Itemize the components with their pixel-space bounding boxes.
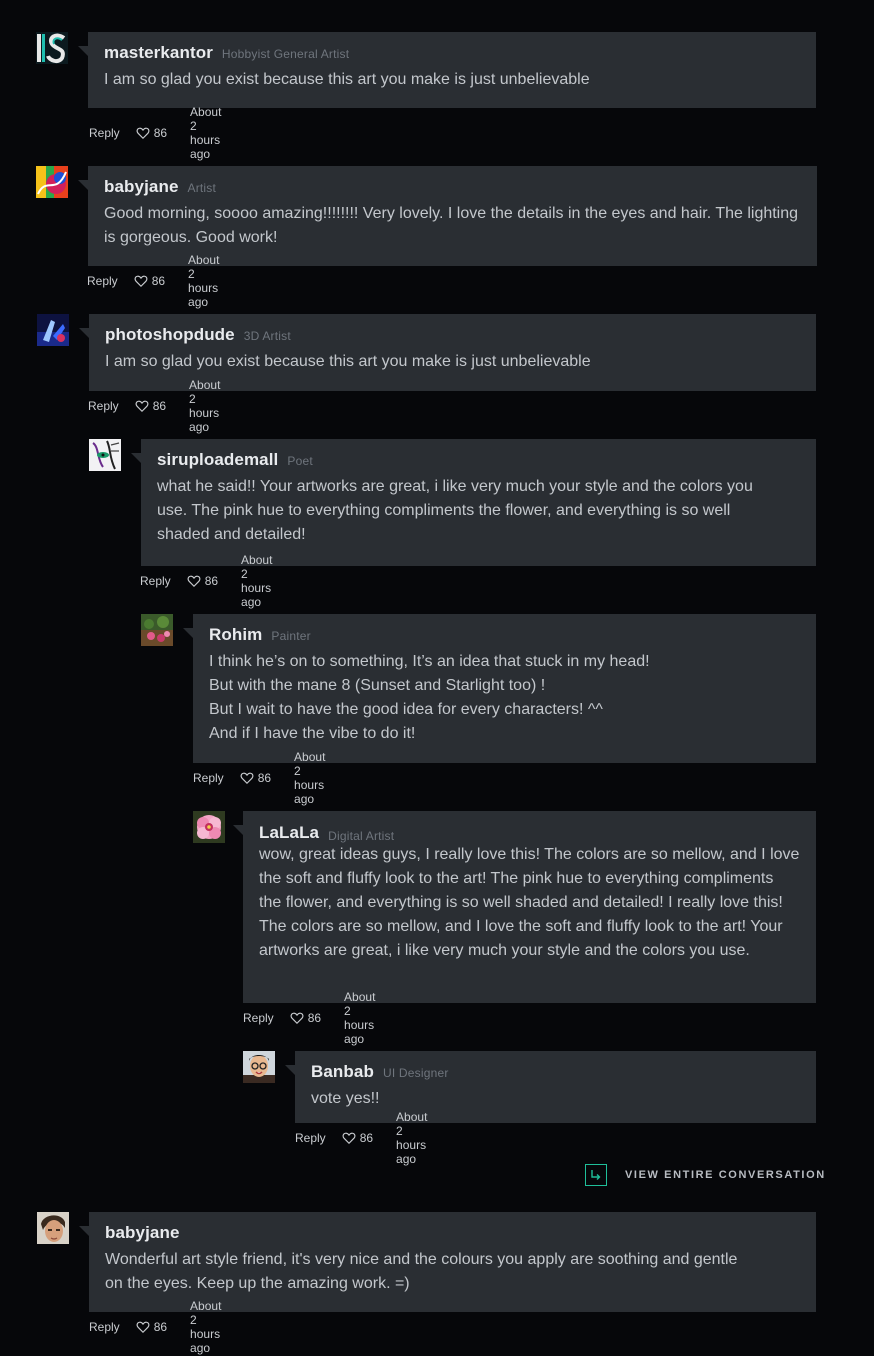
reply-button[interactable]: Reply (89, 126, 120, 140)
comment-bubble: siruploademall Poet what he said!! Your … (131, 439, 816, 566)
comment-text: I am so glad you exist because this art … (104, 71, 590, 88)
like-button[interactable]: 86 (136, 1320, 167, 1334)
comment-actions: Reply 86 About 2 hours ago (89, 1299, 221, 1355)
comment-actions: Reply 86 About 2 hours ago (140, 553, 272, 609)
like-count: 86 (307, 1011, 322, 1025)
comment-actions: Reply 86 About 2 hours ago (295, 1110, 427, 1166)
like-count: 86 (152, 399, 167, 413)
timestamp: About 2 hours ago (294, 750, 326, 806)
comment-bubble: Banbab UI Designer vote yes!! (285, 1051, 816, 1123)
like-count: 86 (151, 274, 166, 288)
user-role: Digital Artist (328, 829, 395, 843)
heart-icon (135, 400, 149, 413)
timestamp: About 2 hours ago (190, 105, 222, 161)
like-button[interactable]: 86 (240, 771, 271, 785)
avatar[interactable] (193, 811, 225, 843)
reply-button[interactable]: Reply (87, 274, 118, 288)
comment-bubble: babyjane Wonderful art style friend, it'… (79, 1212, 816, 1312)
reply-button[interactable]: Reply (243, 1011, 274, 1025)
comment-text: wow, great ideas guys, I really love thi… (259, 846, 800, 959)
timestamp: About 2 hours ago (344, 990, 376, 1046)
comment-actions: Reply 86 About 2 hours ago (89, 105, 221, 161)
heart-icon (134, 275, 148, 288)
avatar[interactable] (36, 32, 68, 64)
timestamp: About 2 hours ago (190, 1299, 222, 1355)
comment-bubble: LaLaLa Digital Artist wow, great ideas g… (233, 811, 816, 1003)
avatar[interactable] (37, 1212, 69, 1244)
username[interactable]: Banbab (311, 1062, 374, 1082)
comment-text: Good morning, soooo amazing!!!!!!!! Very… (104, 205, 799, 246)
user-role: UI Designer (382, 1066, 449, 1080)
comment-bubble: babyjane Artist Good morning, soooo amaz… (78, 166, 817, 266)
user-role: 3D Artist (243, 329, 291, 343)
pink-flower-avatar-icon (193, 811, 225, 843)
user-role: Poet (287, 454, 313, 468)
comment-actions: Reply 86 About 2 hours ago (88, 378, 220, 434)
sketch-face-avatar-icon (89, 439, 121, 471)
user-role: Hobbyist General Artist (221, 47, 350, 61)
comment-bubble: masterkantor Hobbyist General Artist I a… (78, 32, 816, 108)
username[interactable]: LaLaLa (259, 823, 319, 843)
avatar[interactable] (36, 166, 68, 198)
comment-bubble: Rohim Painter I think he’s on to somethi… (183, 614, 816, 763)
heart-icon (136, 127, 150, 140)
username[interactable]: siruploademall (157, 450, 278, 470)
arrow-icon (585, 1164, 607, 1186)
username[interactable]: babyjane (104, 177, 179, 197)
heart-icon (240, 772, 254, 785)
comment-actions: Reply 86 About 2 hours ago (87, 253, 219, 309)
like-count: 86 (359, 1131, 374, 1145)
avatar[interactable] (37, 314, 69, 346)
avatar[interactable] (89, 439, 121, 471)
username[interactable]: photoshopdude (105, 325, 235, 345)
avatar[interactable] (243, 1051, 275, 1083)
comment-text: I think he’s on to something, It’s an id… (209, 653, 650, 742)
comment-actions: Reply 86 About 2 hours ago (193, 750, 325, 806)
rainbow-avatar-icon (36, 166, 68, 198)
user-role: Artist (187, 181, 217, 195)
reply-button[interactable]: Reply (295, 1131, 326, 1145)
heart-icon (187, 575, 201, 588)
avatar[interactable] (141, 614, 173, 646)
like-button[interactable]: 86 (136, 126, 167, 140)
reply-button[interactable]: Reply (193, 771, 224, 785)
comment-text: Wonderful art style friend, it's very ni… (105, 1251, 738, 1292)
like-button[interactable]: 86 (187, 574, 218, 588)
like-count: 86 (153, 126, 168, 140)
portrait-avatar-icon (37, 1212, 69, 1244)
username[interactable]: babyjane (105, 1223, 180, 1243)
like-button[interactable]: 86 (342, 1131, 373, 1145)
like-count: 86 (204, 574, 219, 588)
reply-button[interactable]: Reply (88, 399, 119, 413)
heart-icon (290, 1012, 304, 1025)
comment-text: vote yes!! (311, 1090, 380, 1107)
like-button[interactable]: 86 (134, 274, 165, 288)
like-count: 86 (153, 1320, 168, 1334)
reply-button[interactable]: Reply (89, 1320, 120, 1334)
heart-icon (136, 1321, 150, 1334)
glasses-person-avatar-icon (243, 1051, 275, 1083)
comment-actions: Reply 86 About 2 hours ago (243, 990, 375, 1046)
comment-text: what he said!! Your artworks are great, … (157, 478, 753, 543)
like-count: 86 (257, 771, 272, 785)
username[interactable]: masterkantor (104, 43, 213, 63)
flowers-avatar-icon (141, 614, 173, 646)
username[interactable]: Rohim (209, 625, 262, 645)
heart-icon (342, 1132, 356, 1145)
ls-logo-avatar-icon (36, 32, 68, 64)
timestamp: About 2 hours ago (241, 553, 273, 609)
reply-button[interactable]: Reply (140, 574, 171, 588)
like-button[interactable]: 86 (290, 1011, 321, 1025)
user-role: Painter (271, 629, 311, 643)
timestamp: About 2 hours ago (188, 253, 220, 309)
view-conversation-label: VIEW ENTIRE CONVERSATION (625, 1169, 826, 1181)
timestamp: About 2 hours ago (189, 378, 221, 434)
like-button[interactable]: 86 (135, 399, 166, 413)
timestamp: About 2 hours ago (396, 1110, 428, 1166)
view-conversation-link[interactable]: VIEW ENTIRE CONVERSATION (585, 1164, 826, 1186)
comment-text: I am so glad you exist because this art … (105, 353, 591, 370)
blue-art-avatar-icon (37, 314, 69, 346)
